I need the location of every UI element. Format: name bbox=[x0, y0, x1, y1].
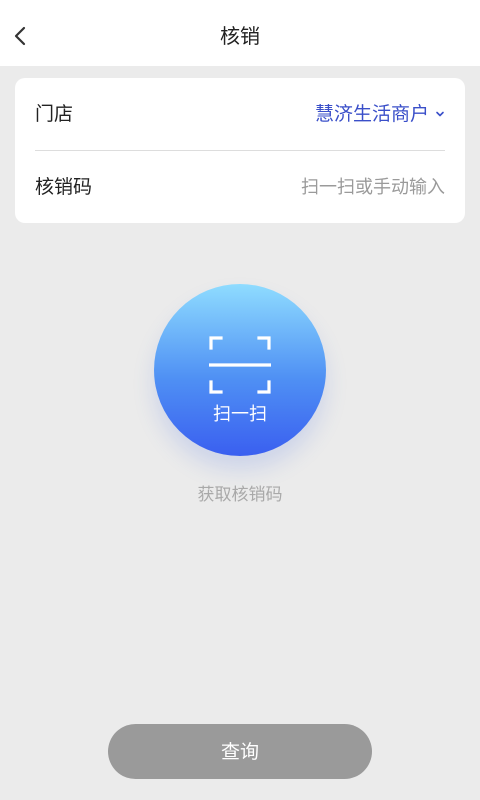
verification-form-card: 门店 慧济生活商户 核销码 bbox=[15, 78, 465, 223]
code-row: 核销码 bbox=[35, 151, 445, 223]
store-select[interactable]: 慧济生活商户 bbox=[315, 100, 445, 128]
get-code-hint: 获取核销码 bbox=[197, 485, 283, 505]
store-value: 慧济生活商户 bbox=[314, 103, 429, 125]
scan-button[interactable]: 扫一扫 bbox=[154, 284, 326, 456]
code-label: 核销码 bbox=[35, 176, 93, 198]
query-button-label: 查询 bbox=[220, 740, 259, 763]
scan-icon bbox=[209, 336, 271, 394]
page-title: 核销 bbox=[220, 24, 260, 48]
store-row[interactable]: 门店 慧济生活商户 bbox=[35, 78, 445, 150]
nav-bar: 核销 bbox=[0, 0, 480, 66]
query-button[interactable]: 查询 bbox=[108, 724, 372, 779]
store-label: 门店 bbox=[35, 103, 74, 125]
verification-code-input[interactable] bbox=[195, 169, 445, 205]
chevron-down-icon bbox=[435, 110, 445, 118]
scan-label: 扫一扫 bbox=[213, 404, 267, 425]
